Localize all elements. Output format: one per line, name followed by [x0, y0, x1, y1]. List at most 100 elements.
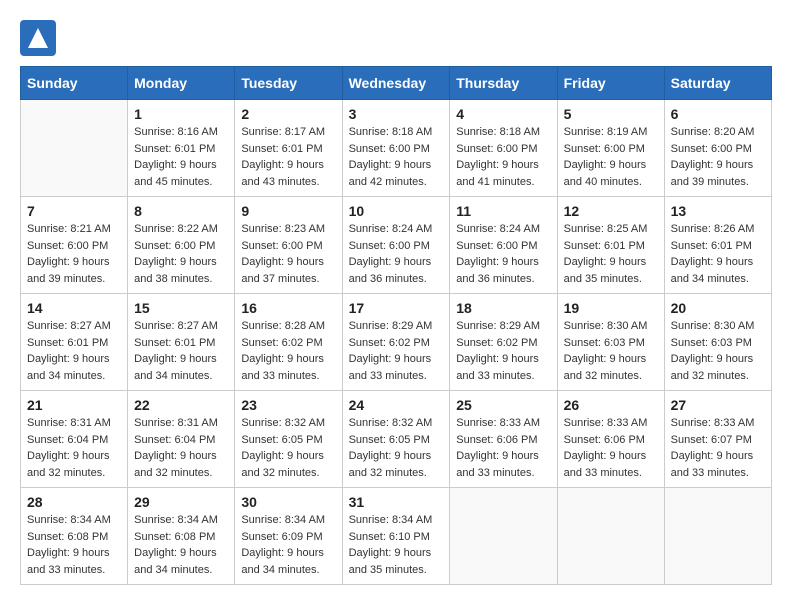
day-number: 20	[671, 300, 765, 316]
day-info: Sunrise: 8:22 AM Sunset: 6:00 PM Dayligh…	[134, 221, 228, 287]
calendar-header-wednesday: Wednesday	[342, 67, 450, 100]
calendar-cell	[664, 488, 771, 585]
day-number: 16	[241, 300, 335, 316]
calendar-week-row: 1Sunrise: 8:16 AM Sunset: 6:01 PM Daylig…	[21, 100, 772, 197]
calendar-cell: 5 Sunrise: 8:19 AM Sunset: 6:00 PM Daylig…	[557, 100, 664, 197]
calendar-week-row: 28 Sunrise: 8:34 AM Sunset: 6:08 PM Dayli…	[21, 488, 772, 585]
day-info: Sunrise: 8:29 AM Sunset: 6:02 PM Dayligh…	[349, 318, 444, 384]
calendar-week-row: 21 Sunrise: 8:31 AM Sunset: 6:04 PM Dayli…	[21, 391, 772, 488]
day-info: Sunrise: 8:24 AM Sunset: 6:00 PM Dayligh…	[349, 221, 444, 287]
day-number: 24	[349, 397, 444, 413]
calendar-cell: 2 Sunrise: 8:17 AM Sunset: 6:01 PM Daylig…	[235, 100, 342, 197]
day-number: 19	[564, 300, 658, 316]
day-info: Sunrise: 8:31 AM Sunset: 6:04 PM Dayligh…	[134, 415, 228, 481]
calendar-week-row: 7 Sunrise: 8:21 AM Sunset: 6:00 PM Daylig…	[21, 197, 772, 294]
day-info: Sunrise: 8:17 AM Sunset: 6:01 PM Dayligh…	[241, 124, 335, 190]
calendar-cell: 16 Sunrise: 8:28 AM Sunset: 6:02 PM Dayli…	[235, 294, 342, 391]
calendar-cell: 19 Sunrise: 8:30 AM Sunset: 6:03 PM Dayli…	[557, 294, 664, 391]
calendar-cell: 10 Sunrise: 8:24 AM Sunset: 6:00 PM Dayli…	[342, 197, 450, 294]
calendar-cell: 13 Sunrise: 8:26 AM Sunset: 6:01 PM Dayli…	[664, 197, 771, 294]
day-info: Sunrise: 8:32 AM Sunset: 6:05 PM Dayligh…	[241, 415, 335, 481]
header	[20, 20, 772, 56]
day-number: 8	[134, 203, 228, 219]
calendar-cell: 8 Sunrise: 8:22 AM Sunset: 6:00 PM Daylig…	[128, 197, 235, 294]
calendar-header-thursday: Thursday	[450, 67, 557, 100]
day-info: Sunrise: 8:28 AM Sunset: 6:02 PM Dayligh…	[241, 318, 335, 384]
day-info: Sunrise: 8:34 AM Sunset: 6:08 PM Dayligh…	[27, 512, 121, 578]
day-info: Sunrise: 8:18 AM Sunset: 6:00 PM Dayligh…	[456, 124, 550, 190]
day-info: Sunrise: 8:30 AM Sunset: 6:03 PM Dayligh…	[564, 318, 658, 384]
day-number: 12	[564, 203, 658, 219]
calendar-header-tuesday: Tuesday	[235, 67, 342, 100]
day-info: Sunrise: 8:29 AM Sunset: 6:02 PM Dayligh…	[456, 318, 550, 384]
day-number: 2	[241, 106, 335, 122]
day-number: 18	[456, 300, 550, 316]
calendar-cell: 6Sunrise: 8:20 AM Sunset: 6:00 PM Daylig…	[664, 100, 771, 197]
day-number: 10	[349, 203, 444, 219]
day-number: 23	[241, 397, 335, 413]
calendar-cell: 9 Sunrise: 8:23 AM Sunset: 6:00 PM Daylig…	[235, 197, 342, 294]
calendar-cell: 15Sunrise: 8:27 AM Sunset: 6:01 PM Dayli…	[128, 294, 235, 391]
day-number: 25	[456, 397, 550, 413]
day-number: 17	[349, 300, 444, 316]
day-number: 7	[27, 203, 121, 219]
calendar-cell: 7 Sunrise: 8:21 AM Sunset: 6:00 PM Daylig…	[21, 197, 128, 294]
calendar-header-monday: Monday	[128, 67, 235, 100]
calendar-cell: 12 Sunrise: 8:25 AM Sunset: 6:01 PM Dayli…	[557, 197, 664, 294]
day-info: Sunrise: 8:30 AM Sunset: 6:03 PM Dayligh…	[671, 318, 765, 384]
day-info: Sunrise: 8:34 AM Sunset: 6:09 PM Dayligh…	[241, 512, 335, 578]
day-info: Sunrise: 8:26 AM Sunset: 6:01 PM Dayligh…	[671, 221, 765, 287]
calendar-cell: 27 Sunrise: 8:33 AM Sunset: 6:07 PM Dayli…	[664, 391, 771, 488]
calendar: SundayMondayTuesdayWednesdayThursdayFrid…	[20, 66, 772, 585]
day-number: 30	[241, 494, 335, 510]
day-number: 27	[671, 397, 765, 413]
day-number: 13	[671, 203, 765, 219]
day-info: Sunrise: 8:33 AM Sunset: 6:07 PM Dayligh…	[671, 415, 765, 481]
day-info: Sunrise: 8:21 AM Sunset: 6:00 PM Dayligh…	[27, 221, 121, 287]
day-number: 14	[27, 300, 121, 316]
calendar-cell: 24 Sunrise: 8:32 AM Sunset: 6:05 PM Dayli…	[342, 391, 450, 488]
calendar-cell: 14 Sunrise: 8:27 AM Sunset: 6:01 PM Dayli…	[21, 294, 128, 391]
day-info: Sunrise: 8:27 AM Sunset: 6:01 PM Dayligh…	[27, 318, 121, 384]
day-number: 26	[564, 397, 658, 413]
logo	[20, 20, 58, 56]
day-info: Sunrise: 8:16 AM Sunset: 6:01 PM Dayligh…	[134, 124, 228, 190]
day-info: Sunrise: 8:25 AM Sunset: 6:01 PM Dayligh…	[564, 221, 658, 287]
day-info: Sunrise: 8:24 AM Sunset: 6:00 PM Dayligh…	[456, 221, 550, 287]
calendar-cell	[557, 488, 664, 585]
calendar-header-sunday: Sunday	[21, 67, 128, 100]
day-number: 22	[134, 397, 228, 413]
day-info: Sunrise: 8:34 AM Sunset: 6:10 PM Dayligh…	[349, 512, 444, 578]
calendar-cell: 21 Sunrise: 8:31 AM Sunset: 6:04 PM Dayli…	[21, 391, 128, 488]
calendar-cell: 29 Sunrise: 8:34 AM Sunset: 6:08 PM Dayli…	[128, 488, 235, 585]
day-number: 9	[241, 203, 335, 219]
day-info: Sunrise: 8:23 AM Sunset: 6:00 PM Dayligh…	[241, 221, 335, 287]
day-number: 29	[134, 494, 228, 510]
calendar-cell: 30 Sunrise: 8:34 AM Sunset: 6:09 PM Dayli…	[235, 488, 342, 585]
logo-icon	[20, 20, 56, 56]
day-number: 5	[564, 106, 658, 122]
calendar-cell: 26 Sunrise: 8:33 AM Sunset: 6:06 PM Dayli…	[557, 391, 664, 488]
calendar-cell: 25Sunrise: 8:33 AM Sunset: 6:06 PM Dayli…	[450, 391, 557, 488]
calendar-cell: 1Sunrise: 8:16 AM Sunset: 6:01 PM Daylig…	[128, 100, 235, 197]
calendar-header-saturday: Saturday	[664, 67, 771, 100]
day-info: Sunrise: 8:19 AM Sunset: 6:00 PM Dayligh…	[564, 124, 658, 190]
day-number: 21	[27, 397, 121, 413]
calendar-header-friday: Friday	[557, 67, 664, 100]
calendar-cell	[21, 100, 128, 197]
calendar-week-row: 14 Sunrise: 8:27 AM Sunset: 6:01 PM Dayli…	[21, 294, 772, 391]
calendar-cell: 3 Sunrise: 8:18 AM Sunset: 6:00 PM Daylig…	[342, 100, 450, 197]
day-info: Sunrise: 8:33 AM Sunset: 6:06 PM Dayligh…	[564, 415, 658, 481]
day-number: 6	[671, 106, 765, 122]
day-info: Sunrise: 8:31 AM Sunset: 6:04 PM Dayligh…	[27, 415, 121, 481]
calendar-cell	[450, 488, 557, 585]
day-number: 28	[27, 494, 121, 510]
day-number: 11	[456, 203, 550, 219]
day-info: Sunrise: 8:18 AM Sunset: 6:00 PM Dayligh…	[349, 124, 444, 190]
day-info: Sunrise: 8:34 AM Sunset: 6:08 PM Dayligh…	[134, 512, 228, 578]
day-info: Sunrise: 8:32 AM Sunset: 6:05 PM Dayligh…	[349, 415, 444, 481]
day-number: 3	[349, 106, 444, 122]
day-number: 31	[349, 494, 444, 510]
calendar-cell: 28 Sunrise: 8:34 AM Sunset: 6:08 PM Dayli…	[21, 488, 128, 585]
day-number: 4	[456, 106, 550, 122]
